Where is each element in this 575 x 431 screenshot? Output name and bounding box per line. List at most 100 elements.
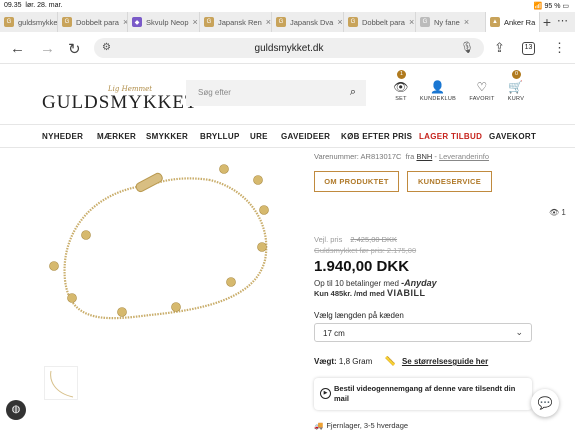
forward-icon[interactable]: → bbox=[40, 40, 55, 57]
site-logo[interactable]: GULDSMYKKET bbox=[42, 92, 198, 114]
anyday-info: Op til 10 betalinger med -Anyday bbox=[314, 278, 437, 288]
menu-item[interactable]: LAGER TILBUD bbox=[419, 132, 482, 141]
size-guide-link[interactable]: Se størrelsesguide her bbox=[402, 357, 488, 366]
delivery-info-link[interactable]: Leveranderinfo bbox=[439, 152, 489, 161]
eye-icon: 👁 bbox=[549, 208, 560, 217]
stock-text: Fjernlager, 3-5 hverdage bbox=[326, 421, 409, 430]
tab-strip: Gguldsmykket×GDobbelt para×◆Skvulp Neop×… bbox=[0, 12, 575, 32]
weight-value: 1,8 Gram bbox=[338, 357, 373, 366]
previous-price: Guldsmykket før pris: 2.175,00 bbox=[314, 246, 417, 255]
status-bar: 09.35 lør. 28. mar. 📶 95 % ▭ bbox=[0, 0, 575, 12]
ruler-icon: 📏 bbox=[384, 356, 396, 366]
tab-favicon-icon: G bbox=[4, 17, 14, 27]
length-label: Vælg længden på kæden bbox=[314, 311, 404, 320]
url-text: guldsmykket.dk bbox=[254, 42, 324, 54]
tab-favicon-icon: G bbox=[204, 17, 214, 27]
browser-tab[interactable]: ▲ Anker Ra× bbox=[486, 12, 540, 32]
new-tab-button[interactable]: + bbox=[543, 14, 551, 30]
chat-button[interactable]: 💬 bbox=[531, 389, 559, 417]
anyday-text: Op til 10 betalinger med bbox=[314, 279, 399, 288]
weight-label: Vægt: bbox=[314, 357, 337, 366]
more-icon[interactable]: ⋯ bbox=[557, 14, 568, 27]
search-placeholder: Søg efter bbox=[198, 88, 231, 97]
menu-item[interactable]: URE bbox=[250, 132, 268, 141]
menu-item[interactable]: KØB EFTER PRIS bbox=[341, 132, 412, 141]
menu-item[interactable]: NYHEDER bbox=[42, 132, 83, 141]
browser-tab[interactable]: G Dobbelt para × bbox=[58, 12, 128, 32]
anyday-logo: -Anyday bbox=[401, 278, 437, 288]
tab-label: guldsmykket bbox=[18, 17, 58, 27]
tab-label: Dobbelt para bbox=[76, 17, 119, 27]
tab-close-icon[interactable]: × bbox=[409, 17, 414, 27]
url-bar: ← → ↻ ⚙ guldsmykket.dk 🎙 ⇪ 13 ⋮ bbox=[0, 32, 575, 64]
browser-tab[interactable]: G Ny fane × bbox=[416, 12, 486, 32]
tab-close-icon[interactable]: × bbox=[464, 17, 469, 27]
main-menu: NYHEDER MÆRKER SMYKKER BRYLLUP URE GAVEIDEER K… bbox=[0, 124, 575, 148]
browser-tab[interactable]: G Japansk Dva × bbox=[272, 12, 344, 32]
viabill-info: Kun 485kr. /md med VIABILL bbox=[314, 288, 425, 298]
mic-icon[interactable]: 🎙 bbox=[460, 41, 474, 54]
header-kurv-button[interactable]: 🛒 KURV bbox=[491, 80, 541, 102]
tab-close-icon[interactable]: × bbox=[266, 17, 271, 27]
viabill-text: Kun 485kr. /md med bbox=[314, 289, 385, 298]
tab-label: Skvulp Neop bbox=[146, 17, 189, 27]
tab-count-button[interactable]: 13 bbox=[522, 42, 535, 55]
video-review-text: Bestil videogennemgang af denne vare til… bbox=[334, 384, 516, 403]
browser-tab[interactable]: ◆ Skvulp Neop × bbox=[128, 12, 200, 32]
tab-label: Japansk Dva bbox=[290, 17, 334, 27]
reload-icon[interactable]: ↻ bbox=[68, 40, 81, 58]
share-icon[interactable]: ⇪ bbox=[494, 40, 505, 56]
menu-icon[interactable]: ⋮ bbox=[553, 40, 566, 56]
product-thumbnail[interactable] bbox=[44, 366, 78, 400]
count-badge: 1 bbox=[397, 70, 406, 79]
search-icon[interactable]: ⌕ bbox=[350, 86, 356, 99]
length-select[interactable]: 17 cm ⌄ bbox=[314, 323, 532, 342]
chevron-down-icon: ⌄ bbox=[515, 327, 523, 337]
user-icon: 👤 bbox=[430, 80, 446, 94]
view-count: 1 bbox=[561, 208, 566, 217]
search-input[interactable]: Søg efter ⌕ bbox=[186, 80, 366, 106]
tab-close-icon[interactable]: × bbox=[337, 17, 342, 27]
browser-tab[interactable]: Gguldsmykket× bbox=[0, 12, 58, 32]
header-icon-label: KUNDEKLUB bbox=[419, 96, 457, 102]
basket-icon: 🛒 bbox=[508, 80, 524, 94]
length-value: 17 cm bbox=[323, 329, 345, 338]
stock-info: 🚚 Fjernlager, 3-5 hverdage bbox=[314, 421, 408, 430]
tab-close-icon[interactable]: × bbox=[539, 17, 540, 27]
status-time: 09.35 lør. 28. mar. bbox=[4, 2, 63, 9]
bracelet-image bbox=[49, 164, 269, 320]
cookie-settings-icon[interactable]: ◍ bbox=[6, 400, 26, 420]
tab-close-icon[interactable]: × bbox=[193, 17, 198, 27]
menu-item[interactable]: MÆRKER bbox=[97, 132, 136, 141]
tab-label: Dobbelt para bbox=[362, 17, 405, 27]
play-icon: ▶ bbox=[320, 388, 331, 399]
product-from-text: fra bbox=[405, 152, 415, 161]
site-settings-icon[interactable]: ⚙ bbox=[102, 42, 111, 53]
tab-label: Japansk Ren bbox=[218, 17, 262, 27]
about-product-button[interactable]: OM PRODUKTET bbox=[314, 171, 399, 192]
menu-item[interactable]: GAVEIDEER bbox=[281, 132, 330, 141]
recommended-price: Vejl. pris 2.425,00 DKK bbox=[314, 235, 397, 244]
recommended-price-value: 2.425,00 DKK bbox=[350, 235, 398, 244]
brand-link[interactable]: BNH bbox=[416, 152, 432, 161]
menu-item[interactable]: BRYLLUP bbox=[200, 132, 240, 141]
tab-label: Anker Ra bbox=[504, 17, 536, 27]
recommended-price-label: Vejl. pris bbox=[314, 235, 343, 244]
product-image[interactable] bbox=[0, 150, 300, 400]
view-counter[interactable]: 👁 1 bbox=[549, 208, 566, 217]
back-icon[interactable]: ← bbox=[10, 40, 25, 57]
tab-favicon-icon: G bbox=[348, 17, 358, 27]
address-field[interactable]: ⚙ guldsmykket.dk 🎙 bbox=[94, 38, 484, 58]
video-review-button[interactable]: ▶ Bestil videogennemgang af denne vare t… bbox=[314, 378, 532, 410]
menu-item[interactable]: SMYKKER bbox=[146, 132, 188, 141]
browser-tab[interactable]: G Japansk Ren × bbox=[200, 12, 272, 32]
tab-favicon-icon: ◆ bbox=[132, 17, 142, 27]
viabill-logo: VIABILL bbox=[386, 288, 426, 298]
product-number-text: Varenummer: AR813017C bbox=[314, 152, 402, 161]
truck-icon: 🚚 bbox=[314, 421, 324, 430]
tab-favicon-icon: G bbox=[420, 17, 430, 27]
customer-service-button[interactable]: KUNDESERVICE bbox=[407, 171, 492, 192]
header-kundeklub-button[interactable]: 👤 KUNDEKLUB bbox=[413, 80, 463, 102]
browser-tab[interactable]: G Dobbelt para × bbox=[344, 12, 416, 32]
menu-item[interactable]: GAVEKORT bbox=[489, 132, 536, 141]
